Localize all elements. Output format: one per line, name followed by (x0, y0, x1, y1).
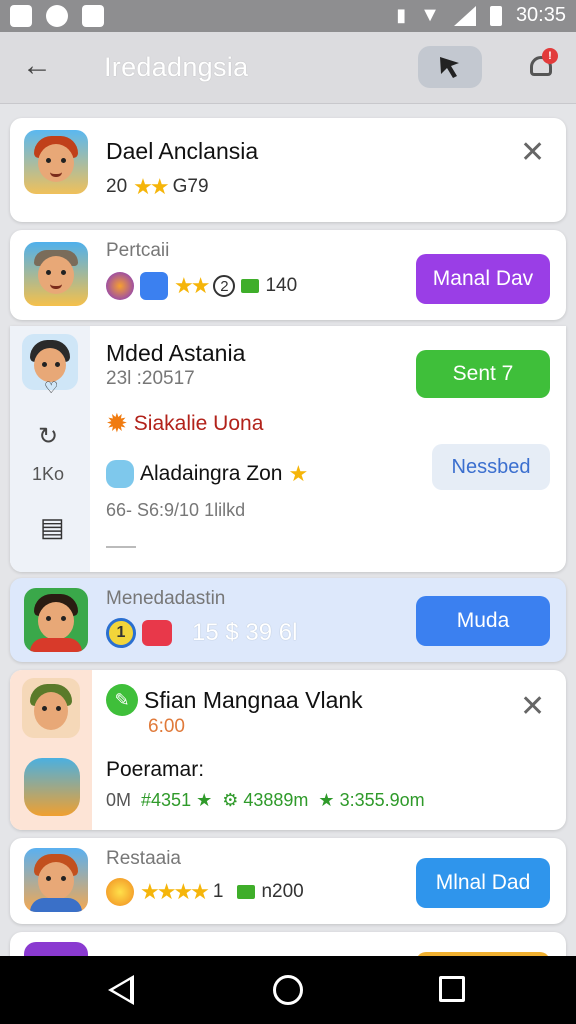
detail-row: ✹ Siakalie Uona (106, 408, 263, 439)
card-meta: 20 ★★ G79 (106, 174, 209, 200)
check-icon (140, 272, 168, 300)
list-card[interactable]: ✎ Sfian Mangnaa Vlank 6:00 Poeramar: 0M … (10, 670, 566, 830)
emoji-icon (106, 878, 134, 906)
avatar (22, 678, 80, 738)
rating-stars: ★★★★ (140, 879, 210, 904)
list-card[interactable]: Dael Anclansia 20 ★★ G79 ✕ (10, 118, 566, 222)
parrot-icon (24, 758, 80, 816)
divider (106, 546, 136, 548)
card-title: Dael Anclansia (106, 138, 259, 164)
leaf-icon: ✎ (106, 684, 138, 716)
wifi-icon: ▼ (420, 4, 440, 26)
battery-icon (489, 5, 502, 26)
action-button[interactable]: Mlnal Dad (416, 858, 550, 908)
stat-2: 43889m (243, 790, 309, 810)
card-subtitle: Menedadastin (106, 588, 226, 609)
card-date: 23l :20517 (106, 368, 195, 389)
close-icon[interactable]: ✕ (520, 138, 545, 168)
avatar (24, 848, 88, 912)
notification-icon (10, 5, 32, 27)
card-title: Sfian Mangnaa Vlank (144, 686, 363, 713)
send-button[interactable]: Sent 7 (416, 350, 550, 398)
card-meta: 1 15 $ 39 6l (106, 618, 297, 648)
flag-icon (237, 885, 256, 899)
stat-label: 0M (106, 790, 132, 810)
system-nav-bar (0, 956, 576, 1024)
coin-badge: 1 (106, 618, 136, 648)
count: n200 (261, 881, 304, 902)
status-bar: ▮ ▼ 30:35 (0, 0, 576, 32)
side-label: 1Ko (32, 464, 65, 484)
label: Poeramar: (106, 758, 205, 781)
stat-1: 4351 (151, 790, 192, 810)
avatar (24, 588, 88, 652)
side-panel (10, 670, 92, 830)
meta-prefix: 20 (106, 176, 128, 197)
signal-icon (453, 5, 476, 26)
card-meta: ★★★★ 1 n200 (106, 878, 304, 906)
cursor-button[interactable] (418, 46, 482, 88)
sun-icon: ✹ (106, 408, 128, 438)
meta-suffix: G79 (172, 176, 209, 197)
creature-icon (106, 460, 134, 488)
card-meta: ★★ 2 140 (106, 272, 297, 300)
cursor-icon (440, 57, 459, 78)
notifications-bell-icon[interactable]: ! (526, 48, 558, 84)
detail-text: Siakalie Uona (133, 411, 264, 435)
list-card[interactable]: Restaaia ★★★★ 1 n200 Mlnal Dad (10, 838, 566, 924)
avatar (24, 130, 88, 194)
card-title: Mded Astania (106, 340, 246, 366)
stat-value: #4351 ★ (141, 790, 213, 810)
nav-back-icon[interactable] (108, 975, 134, 1005)
avatar (24, 242, 88, 306)
back-arrow-icon[interactable]: ← (22, 50, 52, 82)
list-card[interactable]: Pertcaii ★★ 2 140 Manal Dav (10, 230, 566, 320)
stat-value: ⚙ 43889m (222, 790, 309, 810)
action-button[interactable]: Manal Dav (416, 254, 550, 304)
detail-row: Aladaingra Zon ★ (106, 460, 308, 488)
refresh-icon[interactable]: ↻ (38, 422, 58, 451)
nav-home-icon[interactable] (273, 975, 303, 1005)
heart-icon: ♡ (44, 380, 59, 397)
detail-small: 66- S6:9/10 1lilkd (106, 500, 246, 520)
card-subtitle: Pertcaii (106, 240, 170, 261)
close-icon[interactable]: ✕ (520, 692, 545, 722)
action-button[interactable]: Muda (416, 596, 550, 646)
page-title: Iredadngsia (104, 52, 249, 82)
star-icon: ★ (288, 461, 308, 486)
stat-3: 3:355.9om (339, 790, 425, 810)
status-time: 30:35 (515, 4, 566, 26)
table-icon[interactable]: ▤ (40, 512, 65, 543)
rating-badge: 2 (213, 275, 236, 297)
side-panel: ♡ ↻ 1Ko ▤ (10, 326, 90, 572)
rating: 1 (212, 881, 224, 902)
list-card[interactable]: ♡ ↻ 1Ko ▤ Mded Astania 23l :20517 ✹ Siak… (10, 326, 566, 572)
cat-icon (142, 620, 172, 646)
notification-badge: ! (542, 48, 558, 64)
detail-text: Aladaingra Zon (140, 462, 283, 485)
card-header: ✎ Sfian Mangnaa Vlank (106, 684, 363, 716)
rating-stars: ★★ (174, 273, 210, 298)
secondary-button[interactable]: Nessbed (432, 444, 550, 490)
stat-value: ★ 3:355.9om (318, 790, 425, 810)
info-icon (46, 5, 68, 27)
vibrate-icon: ▮ (396, 5, 407, 25)
nav-recents-icon[interactable] (439, 976, 465, 1002)
count: 140 (265, 275, 298, 296)
stats-row: 0M #4351 ★ ⚙ 43889m ★ 3:355.9om (106, 790, 425, 811)
flag-icon (241, 279, 260, 293)
price: 6:00 (148, 716, 185, 737)
list-card-selected[interactable]: Menedadastin 1 15 $ 39 6l Muda (10, 578, 566, 662)
card-subtitle: Restaaia (106, 848, 181, 869)
rating-stars: ★★ (133, 174, 169, 199)
photo-icon (82, 5, 104, 27)
amount: 15 $ 39 6l (192, 619, 298, 646)
game-icon (106, 272, 134, 300)
app-bar: ← Iredadngsia ! (0, 32, 576, 104)
